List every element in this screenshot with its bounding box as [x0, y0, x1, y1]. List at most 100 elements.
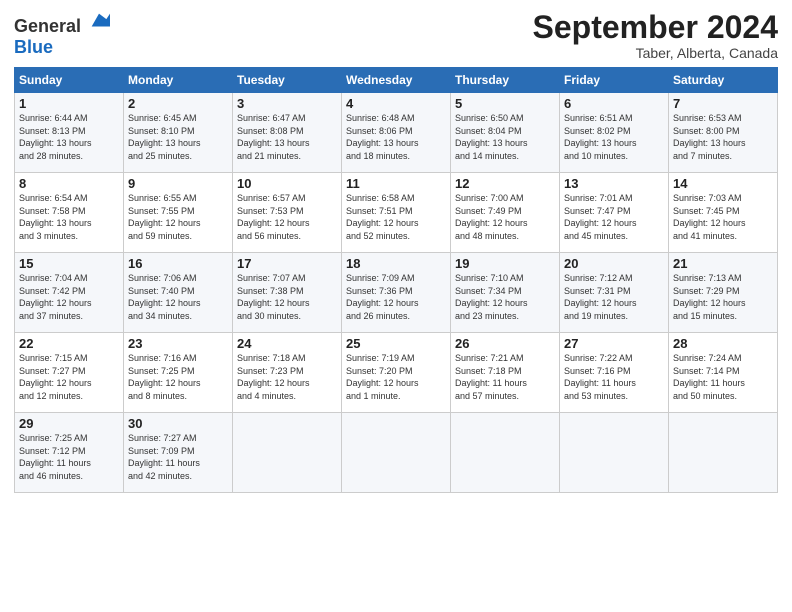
calendar-cell: 8Sunrise: 6:54 AMSunset: 7:58 PMDaylight…: [15, 173, 124, 253]
calendar-table: SundayMondayTuesdayWednesdayThursdayFrid…: [14, 67, 778, 493]
day-number: 10: [237, 176, 337, 191]
day-number: 9: [128, 176, 228, 191]
day-number: 21: [673, 256, 773, 271]
day-detail: Sunrise: 7:07 AMSunset: 7:38 PMDaylight:…: [237, 272, 337, 322]
day-detail: Sunrise: 7:21 AMSunset: 7:18 PMDaylight:…: [455, 352, 555, 402]
day-detail: Sunrise: 7:06 AMSunset: 7:40 PMDaylight:…: [128, 272, 228, 322]
calendar-cell: 6Sunrise: 6:51 AMSunset: 8:02 PMDaylight…: [560, 93, 669, 173]
weekday-header-thursday: Thursday: [451, 68, 560, 93]
day-number: 18: [346, 256, 446, 271]
day-detail: Sunrise: 7:19 AMSunset: 7:20 PMDaylight:…: [346, 352, 446, 402]
weekday-header-wednesday: Wednesday: [342, 68, 451, 93]
day-number: 14: [673, 176, 773, 191]
calendar-cell: 5Sunrise: 6:50 AMSunset: 8:04 PMDaylight…: [451, 93, 560, 173]
day-detail: Sunrise: 7:03 AMSunset: 7:45 PMDaylight:…: [673, 192, 773, 242]
day-number: 28: [673, 336, 773, 351]
calendar-cell: 29Sunrise: 7:25 AMSunset: 7:12 PMDayligh…: [15, 413, 124, 493]
calendar-cell: 20Sunrise: 7:12 AMSunset: 7:31 PMDayligh…: [560, 253, 669, 333]
calendar-cell: [233, 413, 342, 493]
day-detail: Sunrise: 6:54 AMSunset: 7:58 PMDaylight:…: [19, 192, 119, 242]
calendar-week-row: 1Sunrise: 6:44 AMSunset: 8:13 PMDaylight…: [15, 93, 778, 173]
weekday-header-friday: Friday: [560, 68, 669, 93]
calendar-cell: 18Sunrise: 7:09 AMSunset: 7:36 PMDayligh…: [342, 253, 451, 333]
calendar-cell: 3Sunrise: 6:47 AMSunset: 8:08 PMDaylight…: [233, 93, 342, 173]
day-detail: Sunrise: 7:27 AMSunset: 7:09 PMDaylight:…: [128, 432, 228, 482]
weekday-header-sunday: Sunday: [15, 68, 124, 93]
day-number: 19: [455, 256, 555, 271]
day-number: 1: [19, 96, 119, 111]
day-number: 27: [564, 336, 664, 351]
calendar-cell: 22Sunrise: 7:15 AMSunset: 7:27 PMDayligh…: [15, 333, 124, 413]
day-number: 26: [455, 336, 555, 351]
calendar-cell: 21Sunrise: 7:13 AMSunset: 7:29 PMDayligh…: [669, 253, 778, 333]
day-number: 11: [346, 176, 446, 191]
calendar-cell: 19Sunrise: 7:10 AMSunset: 7:34 PMDayligh…: [451, 253, 560, 333]
calendar-cell: 25Sunrise: 7:19 AMSunset: 7:20 PMDayligh…: [342, 333, 451, 413]
weekday-header-saturday: Saturday: [669, 68, 778, 93]
calendar-cell: 14Sunrise: 7:03 AMSunset: 7:45 PMDayligh…: [669, 173, 778, 253]
month-year: September 2024: [533, 10, 778, 45]
day-detail: Sunrise: 6:50 AMSunset: 8:04 PMDaylight:…: [455, 112, 555, 162]
day-detail: Sunrise: 6:47 AMSunset: 8:08 PMDaylight:…: [237, 112, 337, 162]
day-number: 6: [564, 96, 664, 111]
weekday-header-row: SundayMondayTuesdayWednesdayThursdayFrid…: [15, 68, 778, 93]
calendar-cell: [560, 413, 669, 493]
calendar-week-row: 22Sunrise: 7:15 AMSunset: 7:27 PMDayligh…: [15, 333, 778, 413]
day-detail: Sunrise: 7:24 AMSunset: 7:14 PMDaylight:…: [673, 352, 773, 402]
calendar-cell: 4Sunrise: 6:48 AMSunset: 8:06 PMDaylight…: [342, 93, 451, 173]
day-number: 8: [19, 176, 119, 191]
day-detail: Sunrise: 7:00 AMSunset: 7:49 PMDaylight:…: [455, 192, 555, 242]
day-number: 24: [237, 336, 337, 351]
calendar-cell: 16Sunrise: 7:06 AMSunset: 7:40 PMDayligh…: [124, 253, 233, 333]
day-detail: Sunrise: 6:44 AMSunset: 8:13 PMDaylight:…: [19, 112, 119, 162]
calendar-cell: [451, 413, 560, 493]
day-number: 25: [346, 336, 446, 351]
calendar-cell: 1Sunrise: 6:44 AMSunset: 8:13 PMDaylight…: [15, 93, 124, 173]
logo-icon: [88, 10, 110, 32]
day-detail: Sunrise: 7:16 AMSunset: 7:25 PMDaylight:…: [128, 352, 228, 402]
day-number: 29: [19, 416, 119, 431]
day-number: 22: [19, 336, 119, 351]
calendar-cell: 7Sunrise: 6:53 AMSunset: 8:00 PMDaylight…: [669, 93, 778, 173]
logo: General Blue: [14, 10, 110, 58]
day-number: 30: [128, 416, 228, 431]
calendar-cell: 17Sunrise: 7:07 AMSunset: 7:38 PMDayligh…: [233, 253, 342, 333]
calendar-week-row: 15Sunrise: 7:04 AMSunset: 7:42 PMDayligh…: [15, 253, 778, 333]
calendar-cell: 2Sunrise: 6:45 AMSunset: 8:10 PMDaylight…: [124, 93, 233, 173]
calendar-cell: 30Sunrise: 7:27 AMSunset: 7:09 PMDayligh…: [124, 413, 233, 493]
calendar-cell: 11Sunrise: 6:58 AMSunset: 7:51 PMDayligh…: [342, 173, 451, 253]
calendar-cell: [342, 413, 451, 493]
day-number: 5: [455, 96, 555, 111]
day-detail: Sunrise: 7:01 AMSunset: 7:47 PMDaylight:…: [564, 192, 664, 242]
day-detail: Sunrise: 6:51 AMSunset: 8:02 PMDaylight:…: [564, 112, 664, 162]
calendar-cell: [669, 413, 778, 493]
calendar-cell: 15Sunrise: 7:04 AMSunset: 7:42 PMDayligh…: [15, 253, 124, 333]
calendar-week-row: 29Sunrise: 7:25 AMSunset: 7:12 PMDayligh…: [15, 413, 778, 493]
day-detail: Sunrise: 6:53 AMSunset: 8:00 PMDaylight:…: [673, 112, 773, 162]
day-number: 2: [128, 96, 228, 111]
logo-general-text: General: [14, 16, 81, 36]
day-number: 3: [237, 96, 337, 111]
calendar-cell: 13Sunrise: 7:01 AMSunset: 7:47 PMDayligh…: [560, 173, 669, 253]
header: General Blue September 2024 Taber, Alber…: [14, 10, 778, 61]
calendar-cell: 26Sunrise: 7:21 AMSunset: 7:18 PMDayligh…: [451, 333, 560, 413]
day-number: 4: [346, 96, 446, 111]
day-detail: Sunrise: 7:12 AMSunset: 7:31 PMDaylight:…: [564, 272, 664, 322]
day-detail: Sunrise: 6:55 AMSunset: 7:55 PMDaylight:…: [128, 192, 228, 242]
calendar-cell: 9Sunrise: 6:55 AMSunset: 7:55 PMDaylight…: [124, 173, 233, 253]
calendar-cell: 24Sunrise: 7:18 AMSunset: 7:23 PMDayligh…: [233, 333, 342, 413]
day-detail: Sunrise: 7:09 AMSunset: 7:36 PMDaylight:…: [346, 272, 446, 322]
page-container: General Blue September 2024 Taber, Alber…: [0, 0, 792, 503]
logo-blue-text: Blue: [14, 37, 53, 57]
day-detail: Sunrise: 7:10 AMSunset: 7:34 PMDaylight:…: [455, 272, 555, 322]
day-detail: Sunrise: 6:48 AMSunset: 8:06 PMDaylight:…: [346, 112, 446, 162]
day-detail: Sunrise: 6:58 AMSunset: 7:51 PMDaylight:…: [346, 192, 446, 242]
day-detail: Sunrise: 7:18 AMSunset: 7:23 PMDaylight:…: [237, 352, 337, 402]
day-number: 15: [19, 256, 119, 271]
calendar-week-row: 8Sunrise: 6:54 AMSunset: 7:58 PMDaylight…: [15, 173, 778, 253]
title-block: September 2024 Taber, Alberta, Canada: [533, 10, 778, 61]
day-number: 20: [564, 256, 664, 271]
day-number: 7: [673, 96, 773, 111]
calendar-cell: 12Sunrise: 7:00 AMSunset: 7:49 PMDayligh…: [451, 173, 560, 253]
location: Taber, Alberta, Canada: [533, 45, 778, 61]
